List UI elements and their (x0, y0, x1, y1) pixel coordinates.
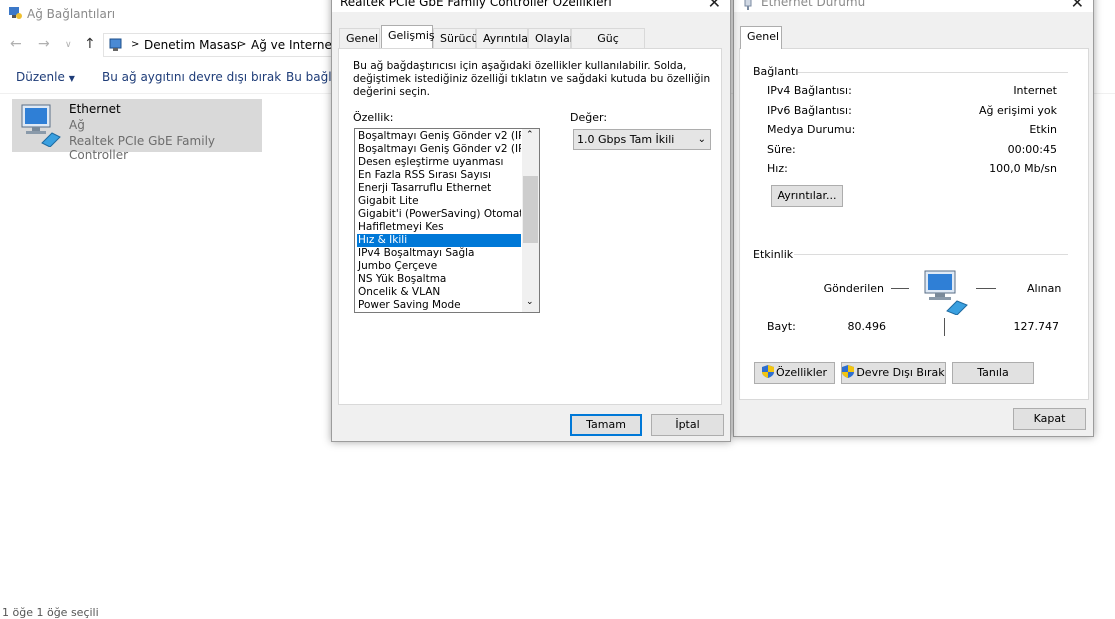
scroll-down-icon[interactable]: ⌄ (526, 297, 534, 307)
adapter-name: Ethernet (69, 102, 121, 116)
uac-shield-icon (761, 365, 774, 378)
ipv4-value: Internet (1013, 84, 1057, 97)
description-line-3: değerini seçin. (353, 86, 431, 98)
forward-arrow-icon[interactable]: → (38, 36, 50, 52)
breadcrumb-separator-icon: > (131, 39, 140, 50)
property-list-item[interactable]: Gigabit'i (PowerSaving) Otomatik C (357, 208, 521, 221)
breadcrumb-network-internet[interactable]: Ağ ve Internet (251, 38, 337, 52)
property-list-item[interactable]: IPv4 Boşaltmayı Sağla (357, 247, 521, 260)
tab-general[interactable]: Genel (339, 28, 380, 48)
control-panel-icon (109, 38, 122, 51)
property-list-item[interactable]: Hafifletmeyi Kes (357, 221, 521, 234)
ethernet-status-dialog: Ethernet Durumu ✕ Genel Bağlantı IPv4 Ba… (733, 0, 1094, 437)
description-line-1: Bu ağ bağdaştırıcısı için aşağıdaki özel… (353, 60, 687, 72)
status-general-panel (739, 48, 1089, 400)
ipv6-value: Ağ erişimi yok (978, 104, 1057, 117)
status-properties-button[interactable]: Özellikler (754, 362, 835, 384)
property-list-item[interactable]: Jumbo Çerçeve (357, 260, 521, 273)
value-label: Değer: (570, 111, 608, 124)
bytes-label: Bayt: (767, 320, 796, 333)
ipv4-label: IPv4 Bağlantısı: (767, 84, 852, 97)
address-bar[interactable]: > Denetim Masası > Ağ ve Internet (103, 33, 343, 57)
description-line-2: değiştimek istediğiniz özelliği tıklatın… (353, 73, 711, 85)
tab-general[interactable]: Genel (740, 26, 782, 49)
organize-button[interactable]: Düzenle ▼ (16, 70, 75, 84)
speed-value: 100,0 Mb/sn (989, 162, 1057, 175)
adapter-device: Realtek PCIe GbE Family Controller (69, 134, 215, 162)
breadcrumb-separator-icon: > (238, 39, 247, 50)
properties-dialog-title: Realtek PCIe GbE Family Controller Özell… (340, 0, 612, 9)
breadcrumb-control-panel[interactable]: Denetim Masası (144, 38, 240, 52)
details-button[interactable]: Ayrıntılar... (771, 185, 843, 207)
activity-group-divider (794, 254, 1068, 255)
bytes-divider (944, 318, 945, 336)
sent-line (891, 288, 909, 289)
connection-group-divider (798, 72, 1068, 73)
scrollbar-thumb[interactable] (523, 176, 538, 243)
ethernet-adapter-item[interactable]: Ethernet Ağ Realtek PCIe GbE Family Cont… (12, 99, 262, 162)
property-label: Özellik: (353, 111, 394, 124)
media-status-value: Etkin (1029, 123, 1057, 136)
chevron-down-icon: ⌄ (697, 134, 706, 145)
properties-dialog-title-bar: Realtek PCIe GbE Family Controller Özell… (332, 0, 730, 12)
tab-power-management[interactable]: Güç Yönetimi (571, 28, 645, 64)
up-arrow-icon[interactable]: ↑ (84, 36, 96, 52)
scroll-up-icon[interactable]: ⌃ (526, 130, 534, 140)
diagnose-button[interactable]: Tanıla (952, 362, 1034, 384)
value-dropdown-text: 1.0 Gbps Tam İkili (577, 133, 675, 146)
tab-advanced[interactable]: Gelişmiş (381, 25, 435, 48)
property-list-item[interactable]: Boşaltmayı Geniş Gönder v2 (IPv4) (357, 130, 521, 143)
activity-group-label: Etkinlik (753, 248, 794, 261)
tab-details[interactable]: Ayrıntılar (476, 28, 533, 48)
adapter-properties-dialog: Realtek PCIe GbE Family Controller Özell… (331, 0, 731, 442)
property-list-item[interactable]: Power Saving Mode (357, 299, 521, 312)
recent-chevron-icon[interactable]: ∨ (65, 40, 72, 50)
listbox-scrollbar[interactable]: ⌃ ⌄ (522, 129, 539, 312)
advanced-panel: Bu ağ bağdaştırıcısı için aşağıdaki özel… (338, 48, 722, 405)
media-status-label: Medya Durumu: (767, 123, 856, 136)
explorer-title: Ağ Bağlantıları (27, 7, 116, 21)
connection-group-label: Bağlantı (753, 65, 799, 78)
ipv6-label: IPv6 Bağlantısı: (767, 104, 852, 117)
status-dialog-title: Ethernet Durumu (761, 0, 866, 9)
uac-shield-icon (842, 365, 855, 378)
received-label: Alınan (1027, 282, 1062, 295)
tab-driver[interactable]: Sürücü (433, 28, 478, 48)
network-connections-icon (9, 7, 22, 19)
received-line (976, 288, 996, 289)
status-dialog-title-bar: Ethernet Durumu ✕ (734, 0, 1093, 12)
bytes-received-value: 127.747 (1013, 320, 1060, 333)
bytes-sent-value: 80.496 (847, 320, 887, 333)
property-list-item[interactable]: Enerji Tasarruflu Ethernet (357, 182, 521, 195)
sent-label: Gönderilen (823, 282, 884, 295)
property-list-item[interactable]: Boşaltmayı Geniş Gönder v2 (IPv6) (357, 143, 521, 156)
duration-label: Süre: (767, 143, 796, 156)
property-list-item[interactable]: Gigabit Lite (357, 195, 521, 208)
back-arrow-icon[interactable]: ← (10, 36, 22, 52)
adapter-network: Ağ (69, 118, 85, 132)
ethernet-status-title-icon (744, 0, 752, 10)
value-dropdown[interactable]: 1.0 Gbps Tam İkili ⌄ (573, 129, 711, 150)
tab-events[interactable]: Olaylar (528, 28, 574, 48)
disable-device-button[interactable]: Bu ağ aygıtını devre dışı bırak (102, 70, 281, 84)
property-list-item[interactable]: En Fazla RSS Sırası Sayısı (357, 169, 521, 182)
property-listbox[interactable]: Boşaltmayı Geniş Gönder v2 (IPv4)Boşaltm… (354, 128, 540, 313)
network-activity-icon (924, 270, 968, 315)
duration-value: 00:00:45 (1007, 143, 1057, 156)
ethernet-adapter-icon (21, 104, 61, 147)
close-icon[interactable]: ✕ (708, 0, 721, 12)
disable-button[interactable]: Devre Dışı Bırak (841, 362, 946, 384)
property-list-item[interactable]: Hız & İkili (357, 234, 521, 247)
dropdown-arrow-icon: ▼ (68, 74, 75, 83)
cancel-button[interactable]: İptal (651, 414, 724, 436)
property-list-item[interactable]: Öncelik & VLAN (357, 286, 521, 299)
close-button[interactable]: Kapat (1013, 408, 1086, 430)
property-list-item[interactable]: Desen eşleştirme uyanması (357, 156, 521, 169)
close-icon[interactable]: ✕ (1071, 0, 1084, 12)
speed-label: Hız: (767, 162, 788, 175)
status-bar-text: 1 öğe 1 öğe seçili (2, 606, 99, 619)
property-list-item[interactable]: NS Yük Boşaltma (357, 273, 521, 286)
ok-button[interactable]: Tamam (570, 414, 642, 436)
